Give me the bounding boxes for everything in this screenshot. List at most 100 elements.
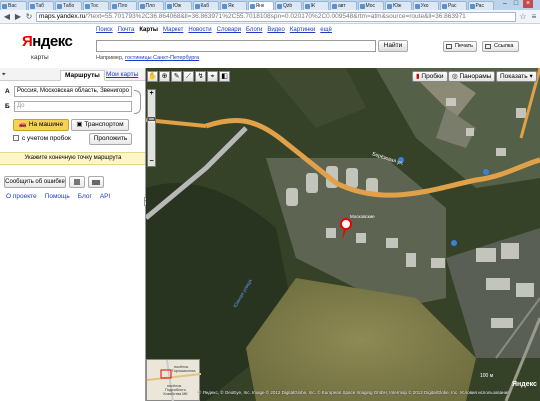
nav-link[interactable]: Картинки (290, 27, 315, 33)
browser-tab[interactable]: Мос (357, 1, 384, 10)
traffic-checkbox[interactable] (13, 135, 19, 141)
traffic-checkbox-row[interactable]: с учетом пробок (13, 135, 71, 142)
forward-arrow-icon[interactable]: ▶ (13, 12, 23, 22)
mode-car-button[interactable]: 🚗 На машине (13, 119, 69, 131)
nav-link[interactable]: Словари (217, 27, 241, 33)
minimap-label: Горошиьниха (172, 369, 196, 373)
maximize-button[interactable]: □ (511, 0, 521, 8)
point-a-input[interactable]: Россия, Московская область, Звенигоро (14, 86, 132, 97)
scale-label: 100 м (480, 373, 494, 379)
nav-link[interactable]: Карты (139, 27, 158, 33)
nav-link[interactable]: Блоги (246, 27, 262, 33)
nav-link[interactable]: Поиск (96, 27, 113, 33)
minimize-button[interactable]: – (500, 0, 510, 8)
traffic-button[interactable]: ▮ Пробки (412, 71, 448, 82)
browser-tab[interactable]: Юж (165, 1, 192, 10)
link-button[interactable]: Ссылка (482, 41, 519, 52)
nav-link[interactable]: Новости (188, 27, 211, 33)
browser-tab[interactable]: Вас (0, 1, 27, 10)
reload-icon[interactable]: ↻ (24, 12, 34, 22)
browser-tab[interactable]: Юж (385, 1, 412, 10)
magnifier-tool-icon[interactable]: ⊕ (159, 71, 170, 82)
search-example: Например, гостиницы Санкт-Петербурга (96, 55, 199, 61)
zoom-in-icon[interactable]: + (148, 90, 155, 98)
layers-tool-icon[interactable]: ◧ (219, 71, 230, 82)
pin-tool-icon[interactable]: ⌖ (207, 71, 218, 82)
mode-transit-label: Транспортом (84, 121, 124, 128)
favicon-icon (332, 4, 337, 9)
search-input[interactable] (96, 40, 376, 52)
browser-tab[interactable]: Тос (82, 1, 109, 10)
zoom-control[interactable]: + − (147, 89, 156, 167)
browser-tab[interactable]: Уко (412, 1, 439, 10)
browser-tab[interactable]: Пло (110, 1, 137, 10)
star-icon[interactable]: ☆ (518, 12, 528, 22)
address-bar: ◀ ▶ ↻ maps.yandex.ru/?text=55.701793%2C3… (0, 10, 540, 24)
tab-label: Мос (365, 3, 376, 9)
browser-tab[interactable]: Рас (467, 1, 494, 10)
browser-tab[interactable]: авт (330, 1, 357, 10)
url-field[interactable]: maps.yandex.ru/?text=55.701793%2C36.8640… (36, 12, 516, 22)
mode-transit-button[interactable]: ▣ Транспортом (71, 119, 129, 131)
clear-route-button[interactable] (69, 176, 85, 188)
browser-tab[interactable]: Ж (302, 1, 329, 10)
panorama-button[interactable]: ◎ Панорамы (448, 71, 496, 82)
browser-tab[interactable]: Таб (27, 1, 54, 10)
yandex-logo[interactable]: Яндекс (22, 33, 73, 50)
hand-tool-icon[interactable]: ✋ (147, 71, 158, 82)
tab-routes[interactable]: Маршруты (60, 70, 105, 81)
nav-link[interactable]: Почта (118, 27, 135, 33)
chain-link-icon (485, 44, 491, 49)
footer-link[interactable]: API (100, 193, 110, 200)
footer-link[interactable]: Помощь (45, 193, 70, 200)
browser-tab[interactable]: Янк (247, 1, 274, 10)
tab-label: Янк (255, 3, 265, 9)
back-arrow-icon[interactable]: ◀ (2, 12, 12, 22)
url-path: /?text=55.701793%2C36.864068&ll=36.86397… (85, 13, 466, 20)
tab-label: Ж (310, 3, 316, 9)
point-b-input[interactable]: До (14, 101, 132, 112)
browser-tab[interactable]: Табо (55, 1, 82, 10)
print-button[interactable]: Печать (443, 41, 477, 52)
browser-tab[interactable]: Qzb (275, 1, 302, 10)
wrench-icon[interactable]: ≡ (529, 12, 539, 22)
print-route-button[interactable] (88, 176, 104, 188)
swap-points-icon[interactable] (134, 90, 141, 114)
zoom-out-icon[interactable]: − (148, 158, 155, 166)
tab-label: Вас (8, 3, 17, 9)
satellite-map[interactable]: Берёзовая ул. Южная улица Московские ✋ ⊕… (146, 68, 540, 401)
find-button[interactable]: Найти (378, 40, 408, 52)
browser-tab[interactable]: Рас (440, 1, 467, 10)
footer-link[interactable]: Блог (78, 193, 92, 200)
nav-link[interactable]: Маркет (163, 27, 183, 33)
close-window-button[interactable]: × (523, 0, 533, 8)
tab-my-maps[interactable]: Мои карты (102, 70, 142, 81)
nav-link[interactable]: ещё (320, 27, 332, 33)
footer-link[interactable]: О проекте (6, 193, 37, 200)
tab-label: Як (228, 3, 234, 9)
nav-link[interactable]: Видео (267, 27, 285, 33)
route-tool-icon[interactable]: ↯ (195, 71, 206, 82)
favicon-icon (222, 4, 227, 9)
overview-minimap[interactable]: посёлок Горошиьниха посёлок Подсобного Х… (146, 359, 201, 401)
show-layers-dropdown[interactable]: Показать ▾ (496, 71, 537, 82)
favicon-icon (359, 4, 365, 9)
report-error-button[interactable]: Сообщить об ошибке (4, 176, 66, 188)
ruler-tool-icon[interactable]: ⟋ (183, 71, 194, 82)
zoom-slider-knob[interactable] (148, 117, 155, 121)
browser-tab[interactable]: Пло (137, 1, 164, 10)
search-tab-icon[interactable]: ⌖ (2, 70, 10, 81)
example-link[interactable]: гостиницы Санкт-Петербурга (125, 55, 199, 61)
logo-letter: Я (22, 33, 33, 50)
browser-tab[interactable]: Як (220, 1, 247, 10)
tab-label: Табо (63, 3, 75, 9)
browser-tab[interactable]: Каб (192, 1, 219, 10)
pencil-tool-icon[interactable]: ✎ (171, 71, 182, 82)
link-label: Ссылка (494, 43, 514, 49)
show-btn-label: Показать (500, 73, 528, 80)
favicon-icon (84, 4, 90, 9)
tab-label: Юж (173, 3, 182, 9)
poi-icon (451, 240, 457, 246)
build-route-button[interactable]: Проложить (89, 133, 132, 145)
tab-label: Рас (475, 3, 484, 9)
